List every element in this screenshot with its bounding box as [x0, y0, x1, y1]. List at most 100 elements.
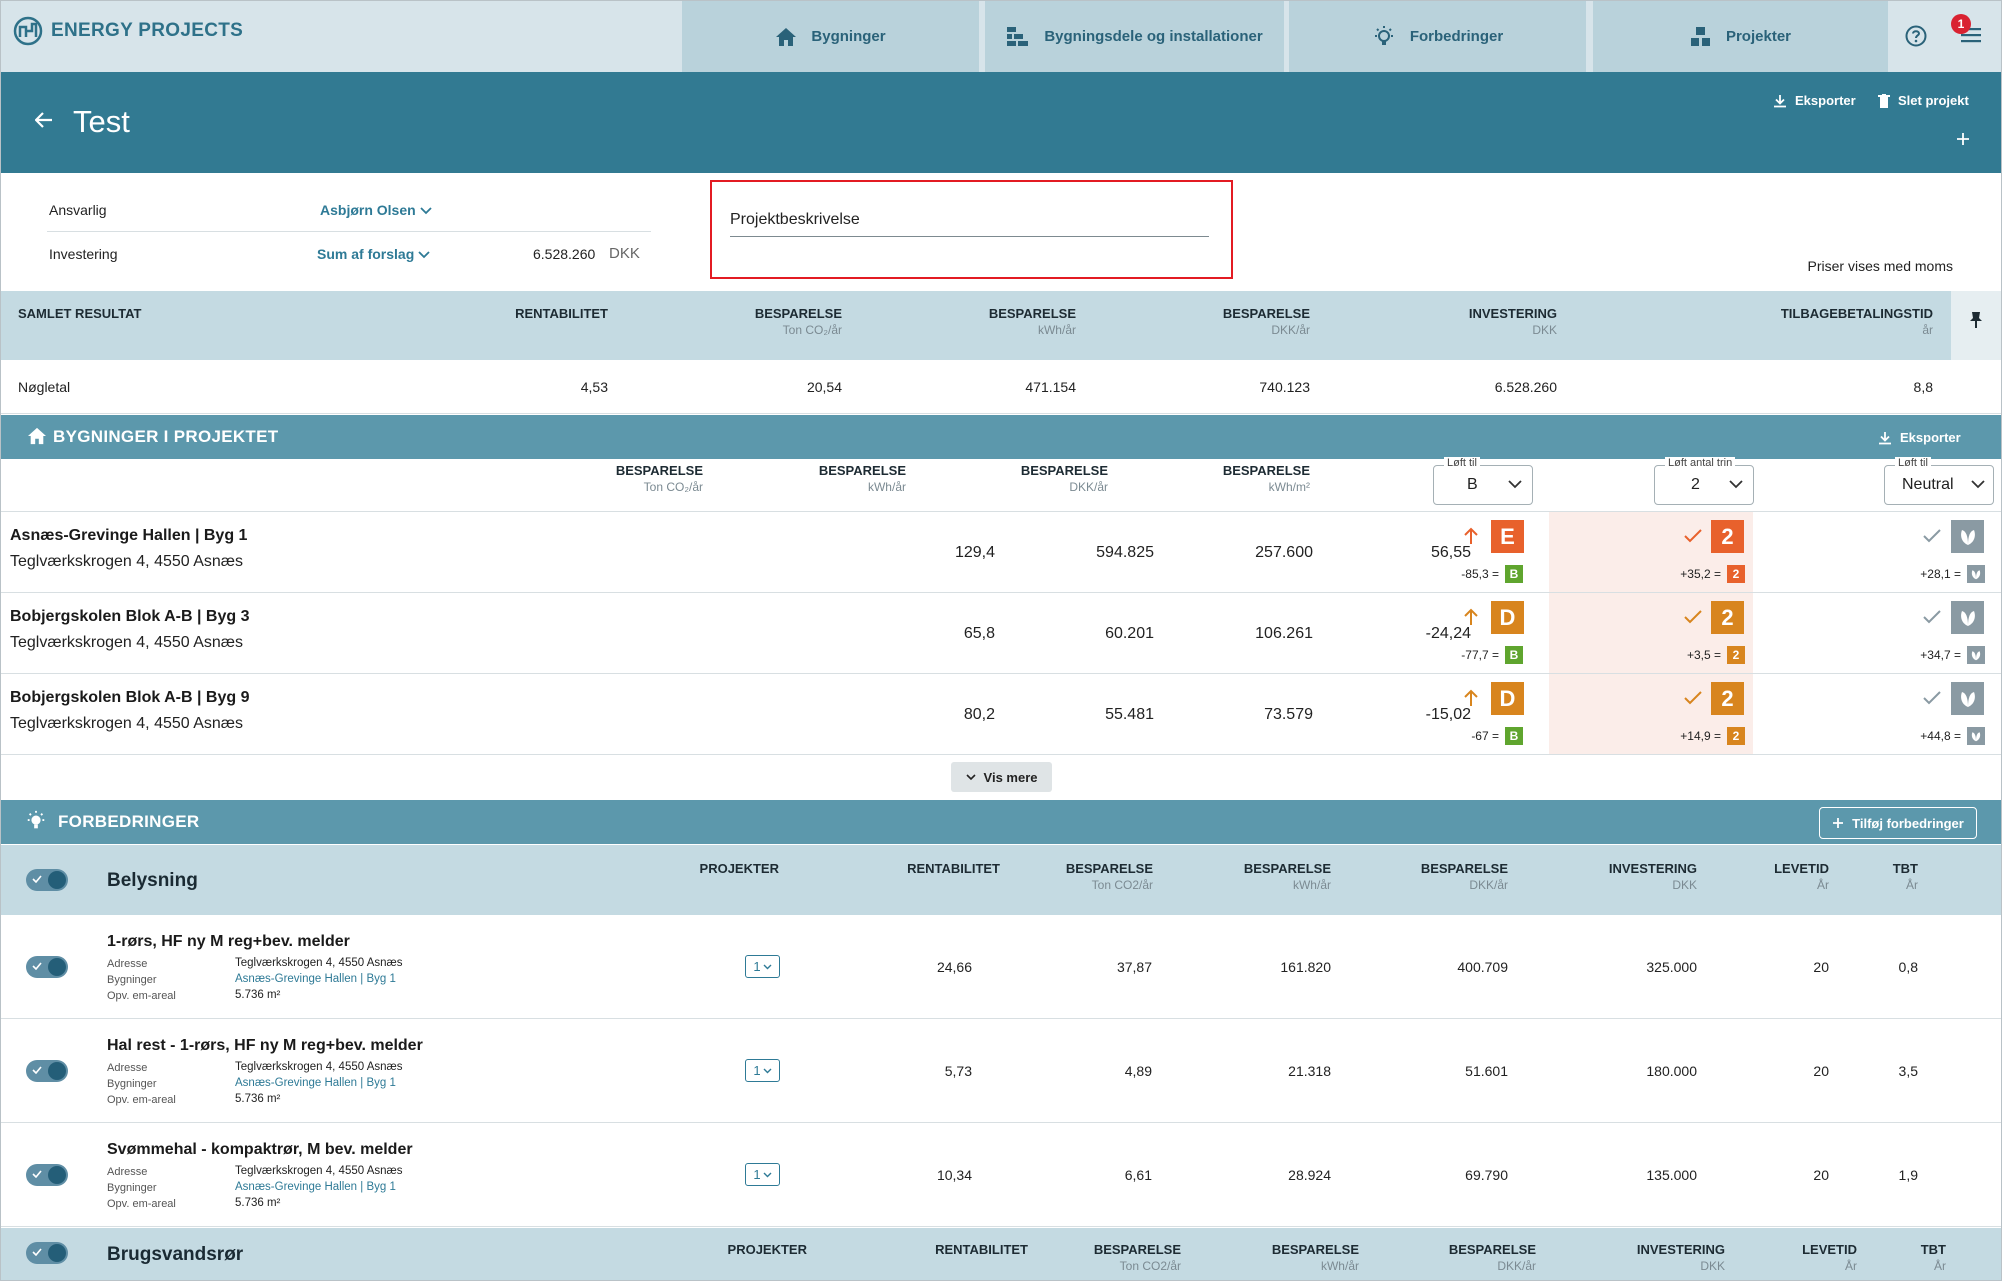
checkmark-icon — [32, 962, 42, 970]
logo[interactable]: ENERGY PROJECTS — [13, 16, 243, 46]
tab-projekter[interactable]: Projekter — [1593, 1, 1888, 72]
address-value: Teglværkskrogen 4, 4550 Asnæs — [235, 1165, 403, 1177]
vat-note: Priser vises med moms — [1807, 258, 1953, 274]
investment-mode-value: Sum af forslag — [317, 246, 415, 262]
chevron-down-icon — [763, 964, 772, 969]
category-col-header: RENTABILITET — [935, 1242, 1028, 1258]
arrow-up-icon — [1464, 608, 1478, 625]
category-name: Belysning — [107, 870, 198, 891]
building-row[interactable]: Bobjergskolen Blok A-B | Byg 3 Teglværksk… — [1, 592, 2001, 674]
building-link[interactable]: Asnæs-Grevinge Hallen | Byg 1 — [235, 1181, 396, 1193]
logo-text: ENERGY PROJECTS — [51, 20, 244, 41]
summary-row: Nøgletal 4,53 20,54 471.154 740.123 6.52… — [1, 360, 2001, 414]
responsible-label: Ansvarlig — [49, 202, 107, 218]
area-label: Opv. em-areal — [107, 990, 176, 1002]
improvement-toggle[interactable] — [26, 1164, 68, 1186]
summary-value-rentabilitet: 4,53 — [580, 379, 608, 395]
col-unit: År — [1845, 1259, 1857, 1273]
investment-amount: 6.528.260 — [533, 246, 596, 262]
download-icon — [1879, 431, 1891, 444]
col-unit: kWh/år — [867, 480, 906, 494]
category-toggle[interactable] — [26, 1242, 68, 1264]
investment-mode-select[interactable]: Sum af forslag — [317, 246, 430, 262]
project-description-input[interactable]: Projektbeskrivelse — [730, 209, 1209, 237]
projects-select[interactable]: 1 — [745, 1059, 780, 1082]
col-label: BESPARELSE — [1020, 463, 1108, 478]
export-label: Eksporter — [1795, 93, 1856, 108]
category-name: Brugsvandsrør — [107, 1244, 244, 1265]
improvement-row[interactable]: Svømmehal - kompaktrør, M bev. melder Adr… — [1, 1123, 2001, 1227]
improvement-name[interactable]: Hal rest - 1-rørs, HF ny M reg+bev. meld… — [107, 1037, 423, 1055]
chevron-down-icon — [763, 1068, 772, 1073]
tab-forbedringer[interactable]: Forbedringer — [1289, 1, 1586, 72]
building-name[interactable]: Bobjergskolen Blok A-B | Byg 3 — [10, 608, 249, 626]
lift-neutral-legend: Løft til — [1895, 457, 1931, 469]
back-arrow-icon[interactable] — [35, 112, 53, 128]
tab-bygningsdele[interactable]: Bygningsdele og installationer — [985, 1, 1284, 72]
col-unit: Ton CO₂/år — [643, 480, 703, 494]
leaf-icon — [1971, 731, 1981, 741]
summary-col-unit: DKK — [1532, 323, 1557, 337]
projects-select[interactable]: 1 — [745, 1163, 780, 1186]
summary-value-payback: 8,8 — [1913, 379, 1933, 395]
improvement-value: 10,34 — [936, 1167, 972, 1183]
lift-steps-select[interactable]: Løft antal trin 2 — [1654, 457, 1754, 505]
improvements-section-bar: FORBEDRINGER — [1, 800, 2001, 844]
summary-col-investment: INVESTERING DKK — [1469, 306, 1557, 338]
add-improvements-button[interactable]: Tilføj forbedringer — [1819, 807, 1977, 839]
col-label: INVESTERING — [1636, 1242, 1725, 1257]
steps-badge: 2 — [1711, 601, 1744, 634]
col-label: TBT — [1920, 1242, 1946, 1257]
help-icon[interactable] — [1905, 25, 1927, 47]
notification-badge[interactable]: 1 — [1951, 14, 1971, 34]
improvement-toggle[interactable] — [26, 956, 68, 978]
responsible-select[interactable]: Asbjørn Olsen — [320, 202, 432, 218]
improvement-name[interactable]: Svømmehal - kompaktrør, M bev. melder — [107, 1141, 413, 1159]
col-label: LEVETID — [1802, 1242, 1857, 1257]
pin-icon[interactable] — [1969, 311, 1983, 329]
leaf-icon — [1971, 650, 1981, 660]
improvement-toggle[interactable] — [26, 1060, 68, 1082]
area-label: Opv. em-areal — [107, 1198, 176, 1210]
building-name[interactable]: Bobjergskolen Blok A-B | Byg 9 — [10, 689, 249, 707]
building-row[interactable]: Asnæs-Grevinge Hallen | Byg 1 Teglværkskr… — [1, 511, 2001, 593]
lift-neutral-select[interactable]: Løft til Neutral — [1884, 457, 1994, 505]
col-unit: År — [1906, 878, 1918, 892]
category-col-header: PROJEKTER — [728, 1242, 807, 1258]
category-col-header: BESPARELSE DKK/år — [1421, 861, 1508, 893]
lightbulb-icon — [1374, 25, 1393, 45]
buildings-export-button[interactable]: Eksporter — [1878, 430, 1961, 445]
steps-delta: +3,5 = — [1686, 648, 1721, 662]
neutral-mini-badge — [1967, 646, 1985, 664]
lift-to-select[interactable]: Løft til B — [1433, 457, 1533, 505]
improvement-value: 325.000 — [1646, 959, 1697, 975]
plus-icon[interactable] — [1956, 132, 1970, 146]
col-label: PROJEKTER — [727, 1242, 807, 1257]
improvement-name[interactable]: 1-rørs, HF ny M reg+bev. melder — [107, 933, 350, 951]
building-link[interactable]: Asnæs-Grevinge Hallen | Byg 1 — [235, 1077, 396, 1089]
improvement-row[interactable]: Hal rest - 1-rørs, HF ny M reg+bev. meld… — [1, 1019, 2001, 1123]
building-row[interactable]: Bobjergskolen Blok A-B | Byg 9 Teglværksk… — [1, 673, 2001, 755]
col-label: BESPARELSE — [1065, 861, 1153, 876]
improvement-value: 20 — [1813, 1167, 1829, 1183]
summary-col-kwh: BESPARELSE kWh/år — [989, 306, 1076, 338]
lift-to-legend: Løft til — [1444, 457, 1480, 469]
tab-projekter-label: Projekter — [1725, 28, 1792, 45]
show-more-button[interactable]: Vis mere — [951, 762, 1052, 792]
building-link[interactable]: Asnæs-Grevinge Hallen | Byg 1 — [235, 973, 396, 985]
improvement-row[interactable]: 1-rørs, HF ny M reg+bev. melder Adresse Te… — [1, 915, 2001, 1019]
category-col-header: LEVETID År — [1774, 861, 1829, 893]
summary-value-co2: 20,54 — [806, 379, 842, 395]
improvement-value: 21.318 — [1288, 1063, 1331, 1079]
summary-col-rentabilitet: RENTABILITET — [515, 306, 608, 322]
building-name[interactable]: Asnæs-Grevinge Hallen | Byg 1 — [10, 527, 247, 545]
tab-bygninger[interactable]: Bygninger — [682, 1, 979, 72]
col-unit: DKK — [1700, 1259, 1725, 1273]
projects-select[interactable]: 1 — [745, 955, 780, 978]
target-grade-badge: B — [1505, 646, 1523, 664]
delete-project-button[interactable]: Slet projekt — [1878, 93, 1969, 108]
category-toggle[interactable] — [26, 869, 68, 891]
buildings-label: Bygninger — [107, 974, 157, 986]
export-button[interactable]: Eksporter — [1773, 93, 1856, 108]
arrow-up-icon — [1464, 689, 1478, 706]
